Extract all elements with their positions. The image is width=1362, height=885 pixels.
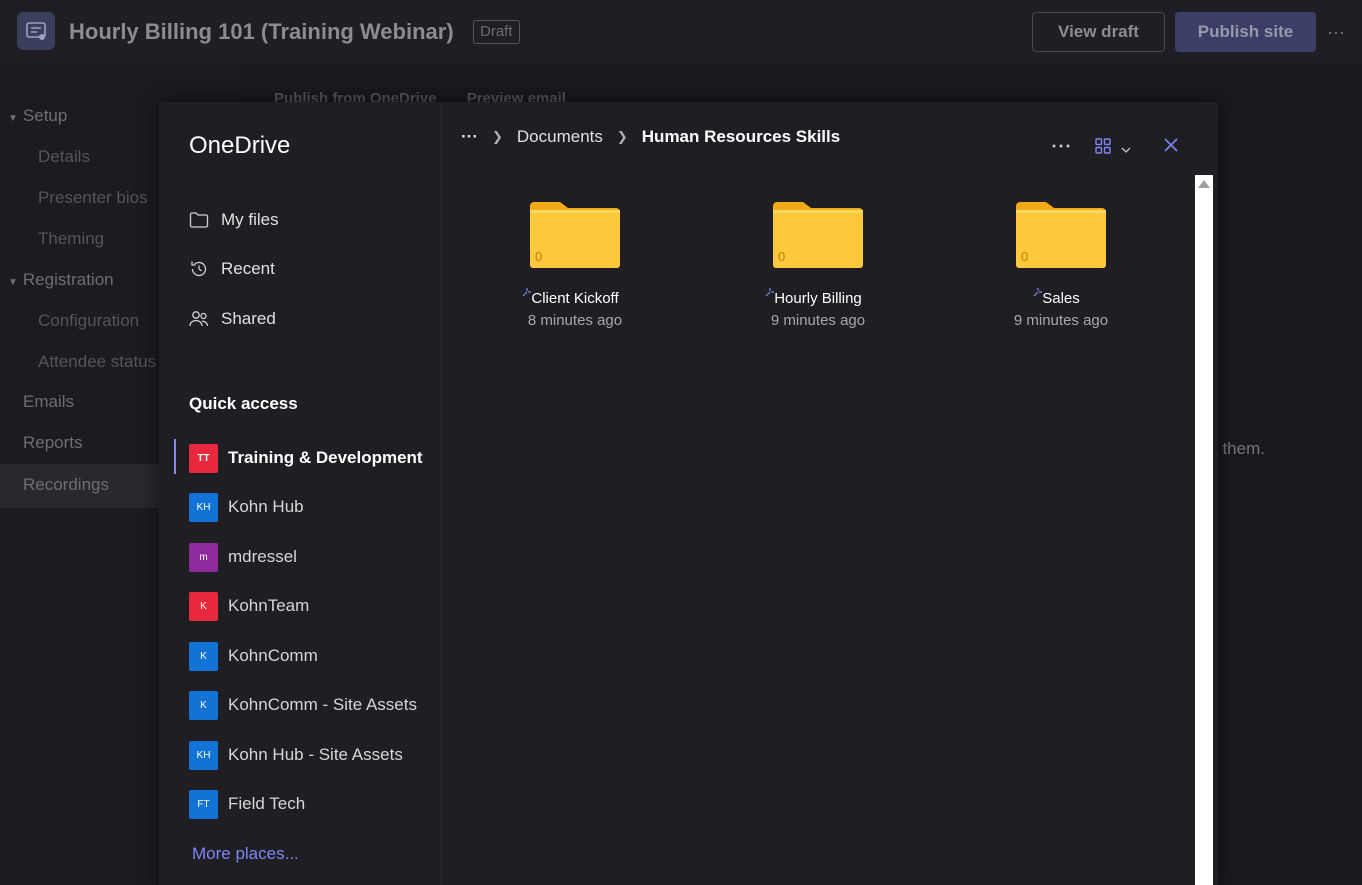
folder-modified: 9 minutes ago <box>1013 312 1109 329</box>
folder-item-count: 0 <box>778 249 786 264</box>
folder-tile[interactable]: 0 Hourly Billing 9 minutes ago <box>738 202 898 329</box>
scroll-up-arrow-icon[interactable] <box>1198 180 1210 188</box>
nav-presenter-bios[interactable]: Presenter bios <box>38 188 148 208</box>
quick-access-item[interactable]: K KohnComm - Site Assets <box>189 690 417 720</box>
nav-registration[interactable]: ▼ Registration <box>8 270 114 290</box>
nav-emails[interactable]: Emails <box>23 392 74 412</box>
nav-recordings[interactable]: Recordings <box>23 475 109 495</box>
quick-access-item[interactable]: TT Training & Development <box>189 443 423 473</box>
nav-theming[interactable]: Theming <box>38 229 104 249</box>
nav-setup[interactable]: ▼ Setup <box>8 106 67 126</box>
folder-item-count: 0 <box>1021 249 1029 264</box>
nav-shared-label: Shared <box>221 309 276 328</box>
nav-my-files-label: My files <box>221 210 279 229</box>
quick-access-label: Field Tech <box>228 794 306 813</box>
folder-tile[interactable]: 0 Client Kickoff 8 minutes ago <box>495 202 655 329</box>
site-avatar: K <box>189 591 218 621</box>
folder-name-label: Sales <box>1042 290 1080 307</box>
onedrive-picker-dialog: OneDrive My files Recent Shared Quick ac… <box>159 102 1218 885</box>
new-item-icon <box>765 284 775 301</box>
quick-access-item[interactable]: KH Kohn Hub <box>189 492 304 522</box>
close-icon[interactable] <box>1163 137 1179 158</box>
quick-access-label: Training & Development <box>228 448 423 467</box>
webinar-app-icon <box>17 12 55 50</box>
breadcrumb-overflow-button[interactable]: ··· <box>461 127 478 147</box>
folder-name: Client Kickoff <box>522 288 619 307</box>
quick-access-label: mdressel <box>228 547 297 566</box>
people-icon <box>188 308 210 330</box>
site-avatar: KH <box>189 740 218 770</box>
folder-icon: 0 <box>773 202 863 268</box>
nav-my-files[interactable]: My files <box>188 205 279 235</box>
site-avatar: m <box>189 542 218 572</box>
chevron-right-icon: ❯ <box>616 129 628 144</box>
quick-access-label: Kohn Hub <box>228 497 304 516</box>
nav-details[interactable]: Details <box>38 147 90 167</box>
quick-access-label: KohnComm - Site Assets <box>228 695 417 714</box>
folder-icon <box>188 209 210 231</box>
breadcrumb-current: Human Resources Skills <box>641 127 841 146</box>
nav-shared[interactable]: Shared <box>188 304 276 334</box>
selected-indicator <box>174 439 176 474</box>
folder-modified: 8 minutes ago <box>527 312 623 329</box>
site-avatar: TT <box>189 443 218 473</box>
more-options-icon[interactable] <box>1052 136 1070 154</box>
folder-item-count: 0 <box>535 249 543 264</box>
folder-name-label: Client Kickoff <box>531 290 619 307</box>
quick-access-label: KohnTeam <box>228 596 310 615</box>
history-icon <box>188 258 210 280</box>
onedrive-file-view: ··· ❯ Documents ❯ Human Resources Skills… <box>443 102 1218 885</box>
quick-access-item[interactable]: KH Kohn Hub - Site Assets <box>189 740 403 770</box>
quick-access-item[interactable]: FT Field Tech <box>189 789 305 819</box>
grid-view-icon <box>1095 138 1111 159</box>
nav-recent[interactable]: Recent <box>188 254 275 284</box>
new-item-icon <box>522 284 532 301</box>
view-draft-button[interactable]: View draft <box>1032 12 1165 52</box>
quick-access-item[interactable]: m mdressel <box>189 542 297 572</box>
chevron-right-icon: ❯ <box>491 129 503 144</box>
view-switcher-button[interactable] <box>1095 138 1131 159</box>
folder-name: Hourly Billing <box>765 288 862 307</box>
caret-down-icon: ▼ <box>8 113 18 124</box>
folder-name: Sales <box>1033 288 1080 307</box>
nav-attendee-status[interactable]: Attendee status <box>38 352 156 372</box>
quick-access-item[interactable]: K KohnTeam <box>189 591 309 621</box>
site-avatar: FT <box>189 789 218 819</box>
nav-recent-label: Recent <box>221 259 275 278</box>
site-avatar: K <box>189 641 218 671</box>
scrollbar[interactable] <box>1195 175 1213 885</box>
nav-registration-label: Registration <box>22 270 114 289</box>
quick-access-label: Kohn Hub - Site Assets <box>228 745 403 764</box>
folder-modified: 9 minutes ago <box>770 312 866 329</box>
more-places-link[interactable]: More places... <box>192 844 299 864</box>
breadcrumb: ··· ❯ Documents ❯ Human Resources Skills <box>461 126 840 148</box>
new-item-icon <box>1033 284 1043 301</box>
site-avatar: K <box>189 690 218 720</box>
draft-badge: Draft <box>473 20 520 44</box>
nav-configuration[interactable]: Configuration <box>38 311 139 331</box>
folder-icon: 0 <box>530 202 620 268</box>
nav-setup-label: Setup <box>22 106 68 125</box>
quick-access-heading: Quick access <box>189 394 298 413</box>
onedrive-sidebar: OneDrive My files Recent Shared Quick ac… <box>159 102 442 885</box>
folder-tile[interactable]: 0 Sales 9 minutes ago <box>981 202 1141 329</box>
app-header: Hourly Billing 101 (Training Webinar) Dr… <box>0 0 1362 64</box>
caret-down-icon: ▼ <box>8 277 18 288</box>
quick-access-label: KohnComm <box>228 646 318 665</box>
nav-reports[interactable]: Reports <box>23 433 83 453</box>
folder-name-label: Hourly Billing <box>774 290 862 307</box>
more-options-icon[interactable]: ··· <box>1327 22 1345 43</box>
folder-icon: 0 <box>1016 202 1106 268</box>
breadcrumb-documents[interactable]: Documents <box>517 127 603 147</box>
chevron-down-icon <box>1121 140 1131 158</box>
quick-access-item[interactable]: K KohnComm <box>189 641 318 671</box>
site-avatar: KH <box>189 492 218 522</box>
publish-site-button[interactable]: Publish site <box>1175 12 1316 52</box>
page-title: Hourly Billing 101 (Training Webinar) <box>69 19 454 44</box>
onedrive-title: OneDrive <box>189 132 291 159</box>
